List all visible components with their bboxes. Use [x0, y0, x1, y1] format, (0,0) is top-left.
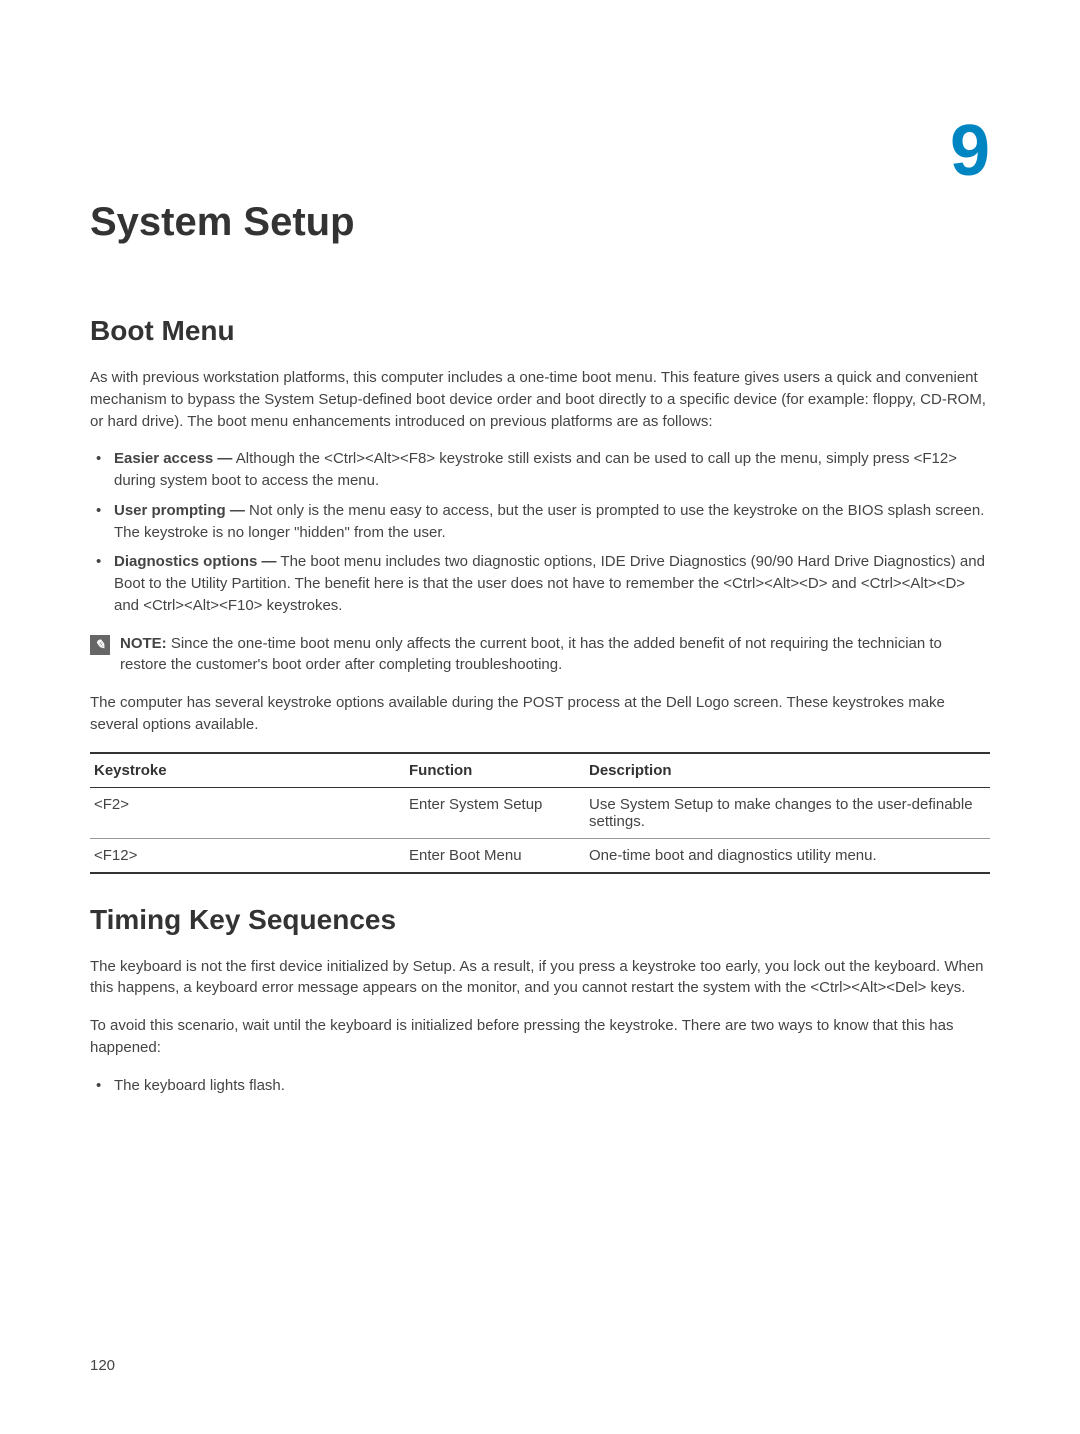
bullet-bold: Diagnostics options — — [114, 553, 277, 570]
section-heading-timing: Timing Key Sequences — [90, 904, 990, 936]
boot-menu-intro: As with previous workstation platforms, … — [90, 367, 990, 432]
page-title: System Setup — [90, 200, 990, 245]
bullet-text: Although the <Ctrl><Alt><F8> keystroke s… — [114, 450, 957, 489]
td-function: Enter Boot Menu — [405, 838, 585, 873]
timing-list: The keyboard lights flash. — [90, 1075, 990, 1097]
list-item: Diagnostics options — The boot menu incl… — [90, 551, 990, 616]
table-row: <F12> Enter Boot Menu One-time boot and … — [90, 838, 990, 873]
td-description: Use System Setup to make changes to the … — [585, 787, 990, 838]
timing-p1: The keyboard is not the first device ini… — [90, 956, 990, 1000]
td-keystroke: <F12> — [90, 838, 405, 873]
th-keystroke: Keystroke — [90, 753, 405, 788]
td-description: One-time boot and diagnostics utility me… — [585, 838, 990, 873]
note-text: NOTE: Since the one-time boot menu only … — [120, 633, 990, 677]
note-body: Since the one-time boot menu only affect… — [120, 635, 942, 674]
boot-menu-list: Easier access — Although the <Ctrl><Alt>… — [90, 448, 990, 616]
th-description: Description — [585, 753, 990, 788]
note-label: NOTE: — [120, 635, 167, 652]
list-item: The keyboard lights flash. — [90, 1075, 990, 1097]
td-keystroke: <F2> — [90, 787, 405, 838]
bullet-text: Not only is the menu easy to access, but… — [114, 502, 984, 541]
table-row: <F2> Enter System Setup Use System Setup… — [90, 787, 990, 838]
timing-p2: To avoid this scenario, wait until the k… — [90, 1015, 990, 1059]
list-item: User prompting — Not only is the menu ea… — [90, 500, 990, 544]
chapter-number: 9 — [950, 110, 990, 192]
note-icon: ✎ — [90, 635, 110, 655]
page-number: 120 — [90, 1357, 115, 1374]
section-heading-boot-menu: Boot Menu — [90, 315, 990, 347]
bullet-bold: User prompting — — [114, 502, 245, 519]
note-box: ✎ NOTE: Since the one-time boot menu onl… — [90, 633, 990, 677]
list-item: Easier access — Although the <Ctrl><Alt>… — [90, 448, 990, 492]
table-intro: The computer has several keystroke optio… — [90, 692, 990, 736]
bullet-bold: Easier access — — [114, 450, 232, 467]
keystroke-table: Keystroke Function Description <F2> Ente… — [90, 752, 990, 874]
th-function: Function — [405, 753, 585, 788]
td-function: Enter System Setup — [405, 787, 585, 838]
